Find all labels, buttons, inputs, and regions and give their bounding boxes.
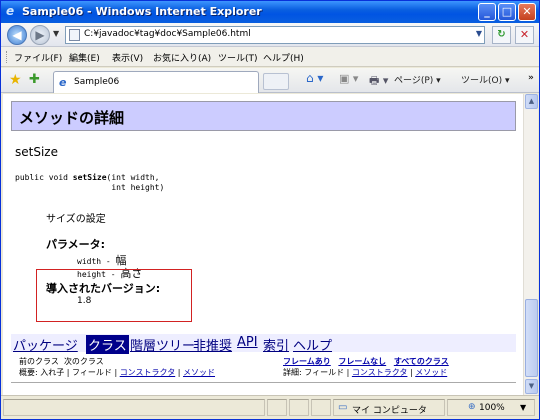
- signature-name: setSize: [72, 173, 107, 182]
- url-input[interactable]: C:¥javadoc¥tag¥doc¥Sample06.html ▼: [65, 26, 485, 44]
- menu-edit[interactable]: 編集(E): [69, 51, 100, 64]
- page-menu-button[interactable]: ページ(P) ▾: [394, 73, 441, 86]
- favorites-star-icon[interactable]: ★: [9, 72, 22, 88]
- address-bar: ◀ ▶ ▼ C:¥javadoc¥tag¥doc¥Sample06.html ▼…: [1, 23, 539, 47]
- tab-label: Sample06: [74, 77, 120, 87]
- detail-method-link[interactable]: メソッド: [415, 368, 447, 377]
- page-icon: [69, 29, 80, 41]
- divider: [11, 382, 516, 383]
- more-commands-button[interactable]: »: [528, 73, 534, 83]
- back-button[interactable]: ◀: [7, 25, 27, 45]
- tab-sample06[interactable]: e Sample06: [53, 71, 259, 93]
- stop-button[interactable]: ✕: [515, 26, 534, 44]
- status-bar: ▭ マイ コンピュータ ⊕ 100% ▼: [1, 395, 539, 419]
- zoom-level: 100%: [479, 403, 505, 413]
- nav-api-link[interactable]: API: [237, 335, 258, 350]
- close-button[interactable]: ✕: [518, 3, 536, 21]
- ie-page-icon: e: [59, 76, 67, 89]
- prev-class-text: 前のクラス: [19, 357, 59, 366]
- summary-field: フィールド: [72, 368, 112, 377]
- all-classes-link[interactable]: すべてのクラス: [394, 357, 449, 366]
- signature-prefix: public void: [15, 173, 73, 182]
- minimize-button[interactable]: _: [478, 3, 496, 21]
- frames-link[interactable]: フレームあり: [283, 357, 331, 366]
- separator: |: [177, 368, 181, 377]
- scroll-down-arrow-icon[interactable]: ▼: [525, 379, 538, 394]
- menu-bar: ファイル(F) 編集(E) 表示(V) お気に入り(A) ツール(T) ヘルプ(…: [1, 47, 539, 67]
- menu-grip: [6, 51, 8, 63]
- history-dropdown-icon[interactable]: ▼: [53, 29, 59, 38]
- signature-params-line2: int height): [15, 183, 165, 192]
- browser-window: e Sample06 - Windows Internet Explorer _…: [0, 0, 540, 420]
- tools-menu-button[interactable]: ツール(O) ▾: [461, 73, 510, 86]
- tab-bar: ★ ✚ e Sample06 ⌂ ▾ ▣ ▾ 🖶 ▾ ページ(P) ▾ ツール(…: [1, 68, 539, 93]
- url-text: C:¥javadoc¥tag¥doc¥Sample06.html: [84, 29, 251, 39]
- nav-package-link[interactable]: パッケージ: [13, 335, 78, 354]
- signature-params: (int width,: [106, 173, 160, 182]
- nav-tree-link[interactable]: 階層ツリー: [130, 335, 195, 354]
- section-header: メソッドの詳細: [11, 101, 516, 131]
- method-signature: public void setSize(int width, int heigh…: [15, 173, 164, 193]
- summary-method-link[interactable]: メソッド: [183, 368, 215, 377]
- menu-view[interactable]: 表示(V): [112, 51, 143, 64]
- summary-nested: 入れ子: [40, 368, 65, 377]
- next-class-text: 次のクラス: [63, 357, 104, 366]
- menu-file[interactable]: ファイル(F): [14, 51, 62, 64]
- window-title: Sample06 - Windows Internet Explorer: [22, 5, 262, 18]
- menu-favorites[interactable]: お気に入り(A): [153, 51, 211, 64]
- zoom-icon: ⊕: [468, 402, 476, 412]
- parameters-label: パラメータ:: [46, 238, 106, 251]
- computer-icon: ▭: [338, 402, 348, 413]
- forward-button[interactable]: ▶: [30, 25, 50, 45]
- feeds-button[interactable]: ▣ ▾: [339, 72, 358, 85]
- scroll-up-arrow-icon[interactable]: ▲: [525, 94, 538, 109]
- zoom-dropdown-icon[interactable]: ▼: [520, 403, 526, 412]
- no-frames-link[interactable]: フレームなし: [338, 357, 386, 366]
- vertical-scrollbar[interactable]: ▲ ▼: [523, 94, 538, 395]
- nav-deprecated-link[interactable]: 非推奨: [193, 335, 232, 354]
- method-heading: setSize: [15, 145, 58, 159]
- annotation-highlight-box: [36, 269, 192, 322]
- status-message: [3, 399, 265, 416]
- security-zone[interactable]: ▭ マイ コンピュータ: [333, 399, 445, 416]
- menu-help[interactable]: ヘルプ(H): [263, 51, 304, 64]
- menu-tools[interactable]: ツール(T): [218, 51, 258, 64]
- separator: |: [114, 368, 118, 377]
- ie-logo-icon: e: [6, 4, 15, 18]
- section-title: メソッドの詳細: [19, 109, 125, 127]
- subnav-prev-next: 前のクラス 次のクラス: [19, 356, 104, 367]
- add-favorite-icon[interactable]: ✚: [29, 72, 40, 87]
- zone-text: マイ コンピュータ: [352, 406, 427, 416]
- detail-constructor-link[interactable]: コンストラクタ: [352, 368, 408, 377]
- subnav-frames: フレームあり フレームなし すべてのクラス: [283, 356, 449, 367]
- subnav-summary: 概要: 入れ子 | フィールド | コンストラクタ | メソッド: [19, 367, 215, 378]
- separator: |: [346, 368, 350, 377]
- scroll-thumb[interactable]: [525, 299, 538, 377]
- page-content: メソッドの詳細 setSize public void setSize(int …: [3, 94, 523, 395]
- print-button[interactable]: 🖶 ▾: [369, 72, 388, 91]
- status-cell: [267, 399, 287, 416]
- summary-constructor-link[interactable]: コンストラクタ: [120, 368, 176, 377]
- subnav-detail: 詳細: フィールド | コンストラクタ | メソッド: [283, 367, 447, 378]
- status-cell: [289, 399, 309, 416]
- zoom-control[interactable]: ⊕ 100% ▼: [447, 399, 535, 416]
- summary-label: 概要:: [19, 368, 38, 377]
- home-button[interactable]: ⌂ ▾: [306, 71, 323, 85]
- separator: |: [66, 368, 70, 377]
- nav-index-link[interactable]: 索引: [263, 335, 289, 354]
- detail-label: 詳細:: [283, 368, 302, 377]
- separator: |: [409, 368, 413, 377]
- status-cell: [311, 399, 331, 416]
- nav-help-link[interactable]: ヘルプ: [293, 335, 332, 354]
- nav-class-current: クラス: [86, 335, 129, 354]
- url-dropdown-icon[interactable]: ▼: [476, 29, 482, 38]
- title-bar[interactable]: e Sample06 - Windows Internet Explorer _…: [1, 1, 539, 23]
- detail-field: フィールド: [304, 368, 345, 377]
- method-description: サイズの設定: [46, 214, 106, 225]
- new-tab-button[interactable]: [263, 73, 289, 90]
- refresh-button[interactable]: ↻: [492, 26, 511, 44]
- maximize-button[interactable]: □: [498, 3, 516, 21]
- doc-navbar: パッケージ クラス 階層ツリー 非推奨 API 索引 ヘルプ: [11, 334, 516, 354]
